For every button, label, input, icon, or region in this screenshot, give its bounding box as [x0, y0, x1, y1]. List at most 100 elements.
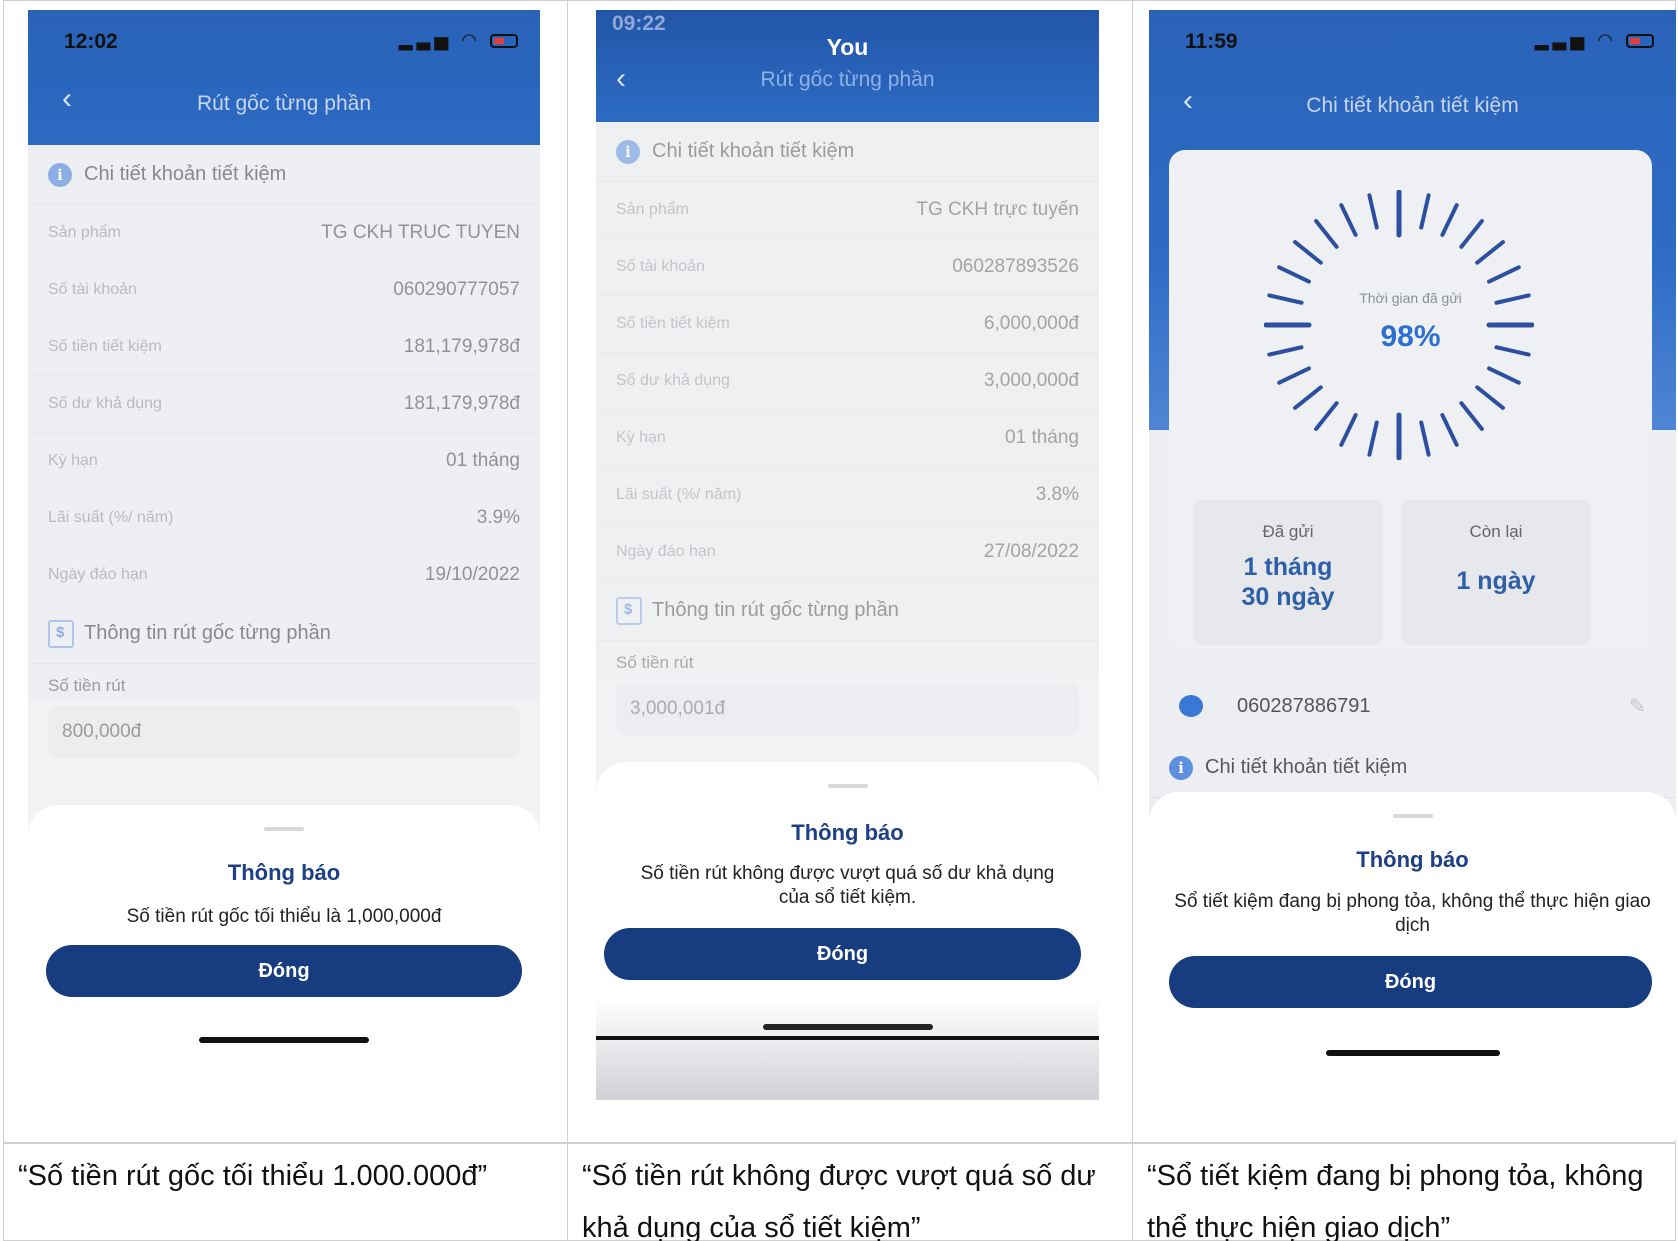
detail-row-amount: Số tiền tiết kiệm 6,000,000đ — [596, 296, 1099, 353]
row-key: Ngày đáo hạn — [616, 543, 716, 560]
section-title: Chi tiết khoản tiết kiệm — [84, 163, 287, 185]
row-key: Sản phẩm — [616, 201, 689, 218]
section-title: Thông tin rút gốc từng phần — [652, 599, 899, 621]
detail-row-product: Sản phẩm TG CKH TRUC TUYEN — [28, 205, 540, 262]
progress-card: Thời gian đã gửi 98% Đã gửi 1 tháng 30 n… — [1169, 150, 1652, 650]
status-time: 11:59 — [1185, 30, 1238, 53]
alert-title: Thông báo — [227, 860, 341, 885]
alert-sheet: Thông báo Số tiền rút không được vượt qu… — [596, 762, 1099, 1100]
row-key: Kỳ hạn — [616, 429, 666, 446]
detail-row-maturity: Ngày đáo hạn 19/10/2022 — [28, 547, 540, 604]
phone-screen-3: 11:59 ▂▃▅ ◠ ‹ Chi tiết khoản tiết kiệm T… — [1149, 10, 1676, 1140]
battery-icon — [490, 34, 518, 49]
progress-tick — [1367, 420, 1379, 457]
close-button[interactable]: Đóng — [46, 945, 522, 997]
stat-sent-value-days: 30 ngày — [1241, 583, 1335, 611]
row-value: 6,000,000đ — [983, 313, 1079, 334]
row-key: Số dư khả dụng — [48, 395, 162, 412]
row-value: 27/08/2022 — [983, 541, 1079, 562]
alert-sheet: Thông báo Sổ tiết kiệm đang bị phong tỏa… — [1149, 792, 1676, 1140]
status-time: 09:22 — [612, 12, 666, 35]
status-icons: ▂▃▅ ◠ — [1535, 30, 1654, 51]
row-value: TG CKH TRUC TUYEN — [321, 222, 520, 243]
progress-tick — [1367, 193, 1379, 230]
progress-value: 98% — [1380, 320, 1441, 353]
home-indicator — [1325, 1050, 1500, 1056]
pencil-icon[interactable]: ✎ — [1629, 694, 1646, 719]
account-row[interactable]: 060287886791 ✎ — [1149, 675, 1676, 737]
sheet-grabber[interactable] — [827, 784, 868, 788]
account-details: i Chi tiết khoản tiết kiệm Sản phẩm TG CKH… — [28, 145, 540, 768]
wifi-icon: ◠ — [461, 30, 481, 50]
sheet-grabber[interactable] — [264, 827, 304, 831]
progress-tick — [1314, 219, 1339, 249]
close-button[interactable]: Đóng — [604, 928, 1081, 980]
detail-row-rate: Lãi suất (%/ năm) 3.8% — [596, 467, 1099, 524]
progress-tick — [1487, 366, 1521, 385]
section-savings-details: i Chi tiết khoản tiết kiệm — [1149, 738, 1676, 798]
row-value: 181,179,978đ — [403, 393, 520, 414]
detail-row-term: Kỳ hạn 01 tháng — [28, 433, 540, 490]
caption-2: “Số tiền rút không được vượt quá số dư k… — [582, 1160, 1096, 1241]
progress-tick — [1293, 240, 1323, 265]
sheet-grabber[interactable] — [1392, 814, 1433, 818]
row-key: Lãi suất (%/ năm) — [616, 486, 742, 503]
detail-row-balance: Số dư khả dụng 3,000,000đ — [596, 353, 1099, 410]
money-bag-icon — [616, 596, 642, 625]
withdraw-amount-input[interactable]: 800,000đ — [48, 706, 520, 758]
detail-row-product: Sản phẩm TG CKH trực tuyến — [596, 182, 1099, 239]
info-icon: i — [616, 139, 640, 164]
progress-tick — [1339, 203, 1358, 237]
detail-row-account: Số tài khoản 060290777057 — [28, 262, 540, 319]
signal-icon: ▂▃▅ — [1534, 30, 1589, 50]
table-cell-caption-1: “Số tiền rút gốc tối thiểu 1.000.000đ” — [3, 1143, 568, 1241]
row-key: Số dư khả dụng — [616, 372, 730, 389]
screen-bottom-edge — [596, 1036, 1099, 1040]
row-key: Lãi suất (%/ năm) — [48, 509, 174, 526]
phone-screen-2: 09:22 You ‹ Rút gốc từng phần i Chi tiết … — [596, 10, 1099, 1100]
header-title: Chi tiết khoản tiết kiệm — [1306, 94, 1519, 117]
progress-tick — [1293, 385, 1323, 410]
status-bar: 11:59 ▂▃▅ ◠ — [1149, 10, 1676, 70]
money-bag-icon — [48, 619, 74, 648]
row-value: 3,000,000đ — [983, 370, 1079, 391]
section-title: Chi tiết khoản tiết kiệm — [652, 140, 855, 162]
info-icon: i — [1169, 755, 1193, 780]
row-value: 060287893526 — [952, 256, 1079, 277]
battery-icon — [1626, 34, 1654, 49]
detail-row-account: Số tài khoản 060287893526 — [596, 239, 1099, 296]
progress-tick — [1419, 193, 1431, 230]
info-icon: i — [48, 162, 72, 187]
status-time: 12:02 — [64, 30, 118, 53]
progress-tick — [1487, 265, 1521, 284]
progress-tick — [1440, 203, 1459, 237]
section-title: Chi tiết khoản tiết kiệm — [1205, 756, 1408, 778]
progress-label: Thời gian đã gửi — [1359, 290, 1462, 306]
withdraw-amount-input[interactable]: 3,000,001đ — [616, 683, 1079, 735]
app-header: 09:22 You ‹ Rút gốc từng phần — [596, 10, 1099, 122]
header-title: Rút gốc từng phần — [196, 92, 371, 115]
close-button[interactable]: Đóng — [1169, 956, 1652, 1008]
wifi-icon: ◠ — [1597, 30, 1617, 50]
detail-row-term: Kỳ hạn 01 tháng — [596, 410, 1099, 467]
row-key: Ngày đáo hạn — [48, 566, 148, 583]
progress-tick — [1475, 240, 1505, 265]
row-value: 181,179,978đ — [403, 336, 520, 357]
row-key: Số tiền tiết kiệm — [616, 315, 730, 332]
table-cell-caption-3: “Sổ tiết kiệm đang bị phong tỏa, không t… — [1132, 1143, 1676, 1241]
home-indicator — [762, 1024, 933, 1030]
row-value: 01 tháng — [1005, 427, 1079, 448]
stat-remaining: Còn lại 1 ngày — [1401, 500, 1591, 645]
alert-title: Thông báo — [791, 820, 904, 845]
detail-row-rate: Lãi suất (%/ năm) 3.9% — [28, 490, 540, 547]
row-value: 19/10/2022 — [424, 564, 520, 585]
header-top-title: You — [826, 34, 869, 60]
progress-tick — [1475, 385, 1505, 410]
row-key: Số tiền tiết kiệm — [48, 338, 162, 355]
account-number: 060287886791 — [1237, 694, 1371, 717]
alert-message: Số tiền rút gốc tối thiểu là 1,000,000đ — [126, 906, 442, 927]
alert-message: Số tiền rút không được vượt quá số dư kh… — [640, 863, 1055, 908]
alert-message: Sổ tiết kiệm đang bị phong tỏa, không th… — [1174, 891, 1651, 936]
home-indicator — [199, 1037, 369, 1043]
row-key: Kỳ hạn — [48, 452, 98, 469]
